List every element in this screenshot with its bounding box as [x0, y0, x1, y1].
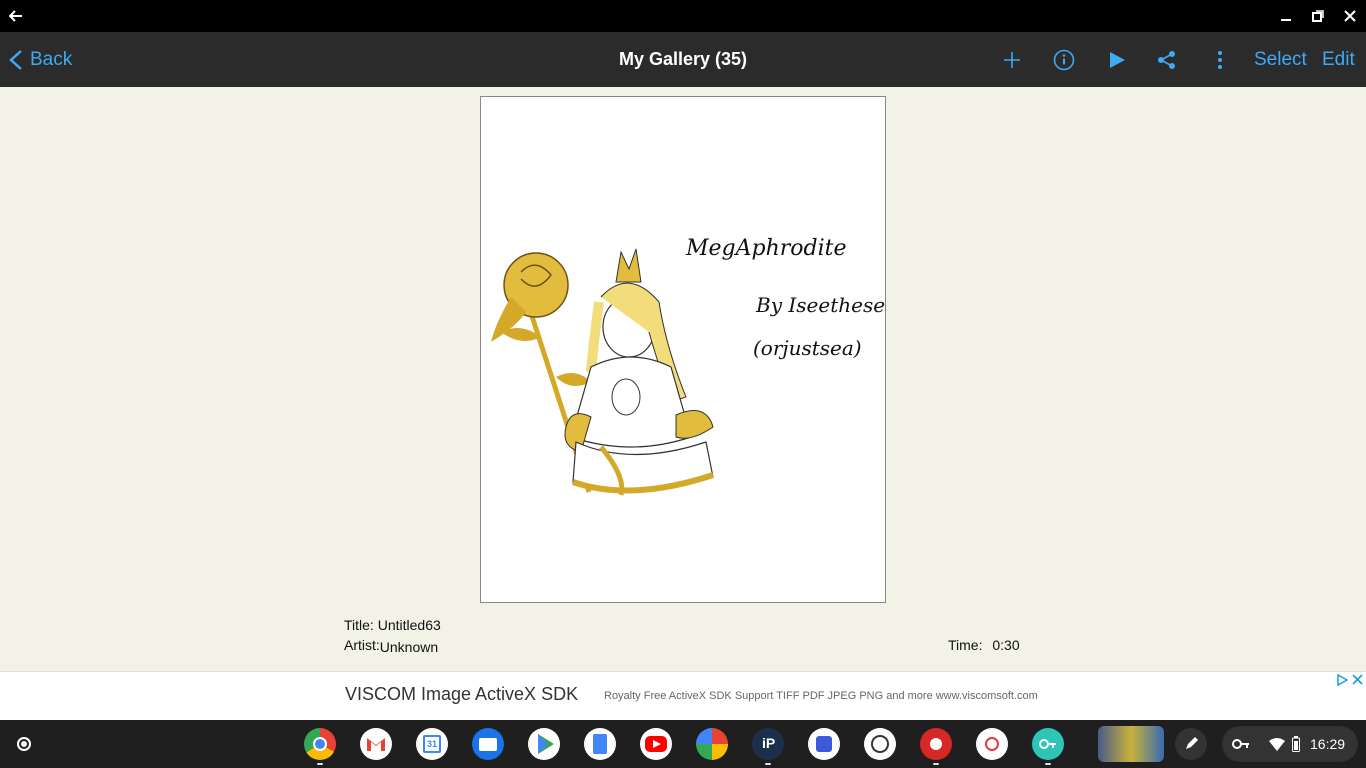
stylus-icon	[1186, 737, 1198, 749]
ad-banner[interactable]: VISCOM Image ActiveX SDK Royalty Free Ac…	[0, 671, 1366, 720]
artwork-credit-line1: By Iseethesea	[755, 293, 885, 317]
more-options-button[interactable]	[1202, 32, 1238, 87]
running-indicator	[1045, 763, 1051, 765]
running-indicator	[317, 763, 323, 765]
info-button[interactable]	[1046, 32, 1082, 87]
battery-icon	[1292, 736, 1300, 752]
close-icon	[1344, 10, 1356, 22]
ibis-paint-icon[interactable]: iP	[752, 728, 784, 760]
chevron-left-icon	[9, 49, 22, 70]
running-indicator	[765, 763, 771, 765]
minimize-button[interactable]	[1270, 0, 1302, 32]
docs-icon[interactable]	[584, 728, 616, 760]
artwork-drawing: MegAphrodite By Iseethesea (orjustsea)	[491, 236, 897, 496]
running-indicator	[933, 763, 939, 765]
soccer-app-icon[interactable]	[864, 728, 896, 760]
calendar-icon[interactable]: 31	[416, 728, 448, 760]
time-value: 0:30	[992, 637, 1020, 653]
artwork-heading: MegAphrodite	[685, 236, 847, 261]
ad-description[interactable]: Royalty Free ActiveX SDK Support TIFF PD…	[604, 690, 1038, 702]
system-shelf: 31 iP 16:29	[0, 720, 1366, 768]
title-value: Untitled63	[377, 617, 441, 633]
launcher-button[interactable]	[8, 728, 40, 760]
gallery-navbar: Back My Gallery (35) Select Edit	[0, 32, 1366, 87]
key-app-icon[interactable]	[1032, 728, 1064, 760]
ad-title[interactable]: VISCOM Image ActiveX SDK	[345, 684, 578, 705]
window-back-button[interactable]	[0, 0, 32, 32]
chrome-icon[interactable]	[304, 728, 336, 760]
plus-icon	[1004, 51, 1020, 68]
artist-row: Artist:Unknown	[344, 637, 439, 655]
close-button[interactable]	[1334, 0, 1366, 32]
more-vert-icon	[1218, 50, 1222, 69]
artist-label: Artist:	[344, 637, 380, 653]
play-icon	[1110, 51, 1125, 68]
select-button[interactable]: Select	[1254, 32, 1307, 87]
arrow-left-icon	[9, 10, 22, 22]
restore-button[interactable]	[1302, 0, 1334, 32]
play-store-icon[interactable]	[528, 728, 560, 760]
photos-icon[interactable]	[696, 728, 728, 760]
game-thumbnail-icon[interactable]	[1098, 726, 1164, 762]
time-label: Time:	[948, 637, 983, 653]
edit-button[interactable]: Edit	[1322, 32, 1355, 87]
title-row: Title: Untitled63	[344, 617, 441, 633]
title-label: Title:	[344, 617, 374, 633]
app-icon[interactable]	[808, 728, 840, 760]
artist-value: Unknown	[379, 639, 439, 655]
artwork-credit-line2: (orjustsea)	[753, 336, 862, 360]
minimize-icon	[1281, 19, 1291, 21]
share-button[interactable]	[1149, 32, 1185, 87]
launcher-icon	[17, 737, 31, 751]
status-tray[interactable]: 16:29	[1222, 726, 1358, 762]
youtube-icon[interactable]	[640, 728, 672, 760]
add-button[interactable]	[994, 32, 1030, 87]
window-titlebar	[0, 0, 1366, 32]
ad-close-icon[interactable]	[1352, 674, 1363, 685]
vpn-key-icon	[1232, 739, 1249, 749]
gmail-icon[interactable]	[360, 728, 392, 760]
share-icon	[1158, 50, 1175, 69]
restore-icon	[1312, 10, 1324, 22]
back-button[interactable]: Back	[8, 32, 72, 87]
app-icon-2[interactable]	[976, 728, 1008, 760]
gallery-content: MegAphrodite By Iseethesea (orjustsea) T…	[0, 87, 1366, 671]
artwork-canvas[interactable]: MegAphrodite By Iseethesea (orjustsea)	[480, 96, 897, 603]
back-label: Back	[30, 48, 73, 70]
red-app-icon[interactable]	[920, 728, 952, 760]
play-button[interactable]	[1099, 32, 1135, 87]
time-row: Time: 0:30	[948, 637, 1020, 653]
files-icon[interactable]	[472, 728, 504, 760]
stylus-button[interactable]	[1175, 728, 1207, 760]
ad-choices-icon[interactable]	[1336, 674, 1348, 686]
clock: 16:29	[1310, 736, 1346, 752]
wifi-icon	[1269, 738, 1285, 751]
info-icon	[1053, 49, 1075, 70]
